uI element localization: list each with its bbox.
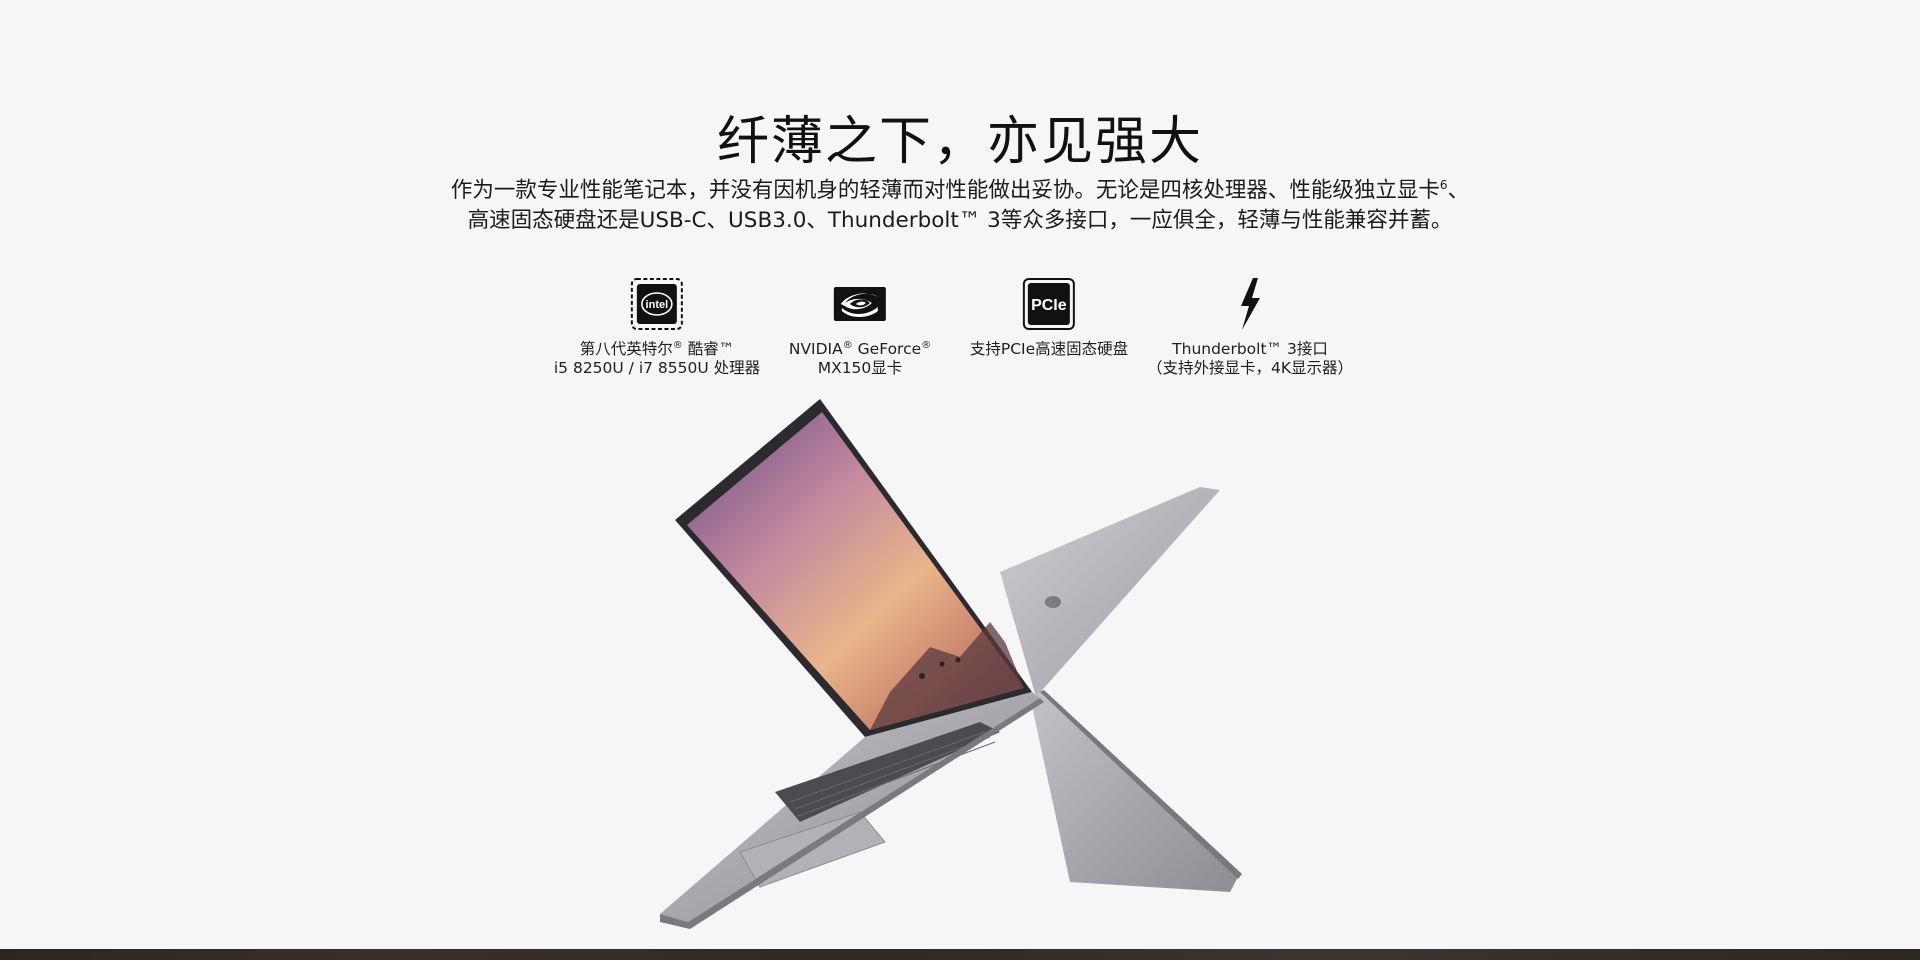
feature-processor-line2: i5 8250U / i7 8550U 处理器 bbox=[553, 359, 761, 377]
feature-graphics-line1: NVIDIA® GeForce® bbox=[788, 339, 932, 358]
feature-graphics: NVIDIA® GeForce® MX150显卡 bbox=[789, 276, 931, 378]
svg-text:PCIe: PCIe bbox=[1031, 297, 1067, 314]
section-description: 作为一款专业性能笔记本，并没有因机身的轻薄而对性能做出妥协。无论是四核处理器、性… bbox=[0, 176, 1920, 236]
feature-ports-line1: Thunderbolt™ 3接口 bbox=[1172, 340, 1328, 358]
product-feature-section: 纤薄之下，亦见强大 作为一款专业性能笔记本，并没有因机身的轻薄而对性能做出妥协。… bbox=[0, 0, 1920, 960]
rear-laptop-base bbox=[1030, 692, 1238, 892]
feature-processor-line1: 第八代英特尔® 酷睿™ bbox=[579, 339, 735, 358]
laptop-hero-image bbox=[660, 399, 1242, 929]
rear-logo-icon bbox=[1045, 596, 1061, 608]
pcie-icon: PCIe bbox=[1023, 278, 1075, 330]
section-title: 纤薄之下，亦见强大 bbox=[716, 111, 1203, 172]
feature-storage-line1: 支持PCIe高速固态硬盘 bbox=[969, 340, 1129, 358]
description-line-1: 作为一款专业性能笔记本，并没有因机身的轻薄而对性能做出妥协。无论是四核处理器、性… bbox=[450, 177, 1470, 203]
thunderbolt-icon bbox=[1241, 278, 1260, 330]
feature-ports: Thunderbolt™ 3接口 （支持外接显卡，4K显示器） bbox=[1147, 276, 1353, 378]
feature-graphics-line2: MX150显卡 bbox=[817, 359, 903, 377]
next-section-strip bbox=[0, 949, 1920, 960]
description-line-2: 高速固态硬盘还是USB-C、USB3.0、Thunderbolt™ 3等众多接口… bbox=[467, 208, 1453, 233]
svg-text:intel: intel bbox=[646, 299, 669, 311]
footnote-marker: 6 bbox=[1439, 177, 1448, 192]
feature-storage: PCIe 支持PCIe高速固态硬盘 bbox=[970, 276, 1128, 359]
rear-laptop-lid bbox=[1000, 487, 1220, 697]
feature-icons-row: intel 第八代英特尔® 酷睿™ i5 8250U / i7 8550U 处理… bbox=[0, 276, 1920, 386]
nvidia-icon bbox=[834, 287, 886, 321]
feature-processor: intel 第八代英特尔® 酷睿™ i5 8250U / i7 8550U 处理… bbox=[554, 276, 760, 378]
feature-ports-line2: （支持外接显卡，4K显示器） bbox=[1146, 359, 1354, 377]
intel-icon: intel bbox=[631, 278, 683, 330]
